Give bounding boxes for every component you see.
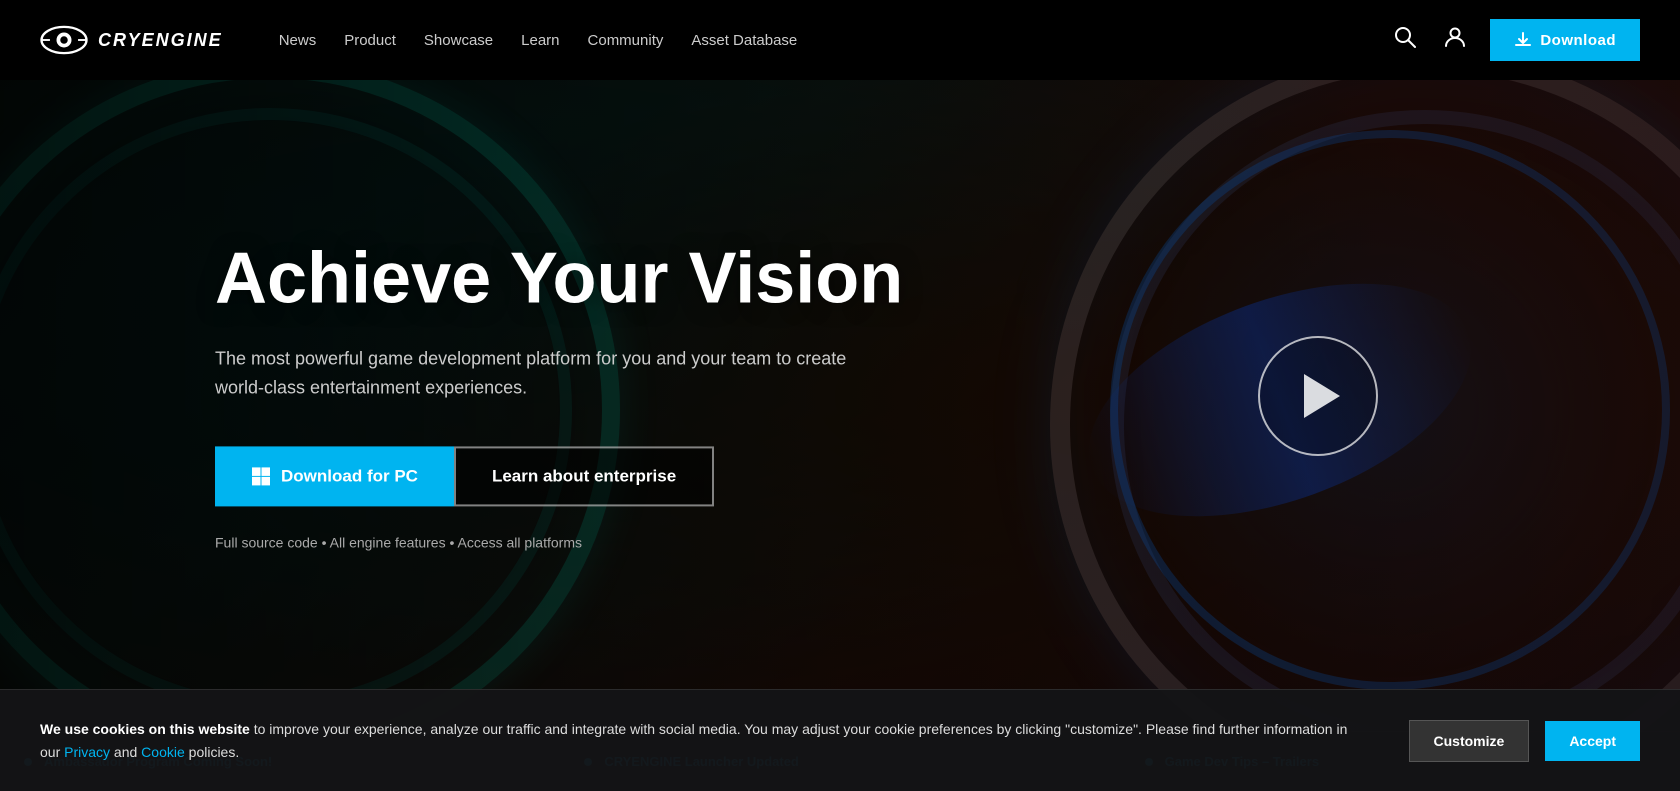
hero-features-text: Full source code • All engine features •…: [215, 534, 903, 550]
play-video-button[interactable]: [1258, 336, 1378, 456]
nav-community[interactable]: Community: [588, 32, 664, 49]
enterprise-button[interactable]: Learn about enterprise: [454, 446, 714, 506]
brand-name: CRYENGINE: [98, 30, 223, 51]
hero-content: Achieve Your Vision The most powerful ga…: [215, 241, 903, 550]
download-pc-button[interactable]: Download for PC: [215, 446, 454, 506]
nav-asset-database[interactable]: Asset Database: [691, 32, 797, 49]
cookie-banner: We use cookies on this website to improv…: [0, 689, 1680, 791]
cookie-policy-link[interactable]: Cookie: [141, 744, 185, 760]
cookie-suffix: policies.: [185, 744, 239, 760]
cookie-text: We use cookies on this website to improv…: [40, 718, 1369, 763]
nav-download-label: Download: [1540, 32, 1616, 49]
logo-icon: [40, 25, 88, 55]
search-button[interactable]: [1390, 22, 1420, 58]
cookie-actions: Customize Accept: [1409, 720, 1640, 762]
nav-news[interactable]: News: [279, 32, 317, 49]
main-nav: CRYENGINE News Product Showcase Learn Co…: [0, 0, 1680, 80]
nav-left: CRYENGINE News Product Showcase Learn Co…: [40, 25, 797, 55]
cookie-intro: We use cookies on this website: [40, 721, 250, 737]
accept-button[interactable]: Accept: [1545, 721, 1640, 761]
nav-right: Download: [1390, 19, 1640, 61]
windows-icon: [251, 466, 271, 486]
user-icon: [1444, 26, 1466, 48]
nav-learn[interactable]: Learn: [521, 32, 559, 49]
hero-subtitle: The most powerful game development platf…: [215, 345, 855, 403]
hero-title: Achieve Your Vision: [215, 241, 903, 317]
logo-link[interactable]: CRYENGINE: [40, 25, 223, 55]
nav-product[interactable]: Product: [344, 32, 396, 49]
privacy-link[interactable]: Privacy: [64, 744, 110, 760]
download-icon: [1514, 31, 1532, 49]
nav-links: News Product Showcase Learn Community As…: [279, 32, 798, 49]
play-triangle-icon: [1304, 374, 1340, 418]
cookie-and: and: [110, 744, 141, 760]
nav-showcase[interactable]: Showcase: [424, 32, 493, 49]
nav-download-button[interactable]: Download: [1490, 19, 1640, 61]
hero-section: Achieve Your Vision The most powerful ga…: [0, 0, 1680, 791]
search-icon: [1394, 26, 1416, 48]
hero-buttons: Download for PC Learn about enterprise: [215, 446, 903, 506]
customize-button[interactable]: Customize: [1409, 720, 1530, 762]
user-button[interactable]: [1440, 22, 1470, 58]
